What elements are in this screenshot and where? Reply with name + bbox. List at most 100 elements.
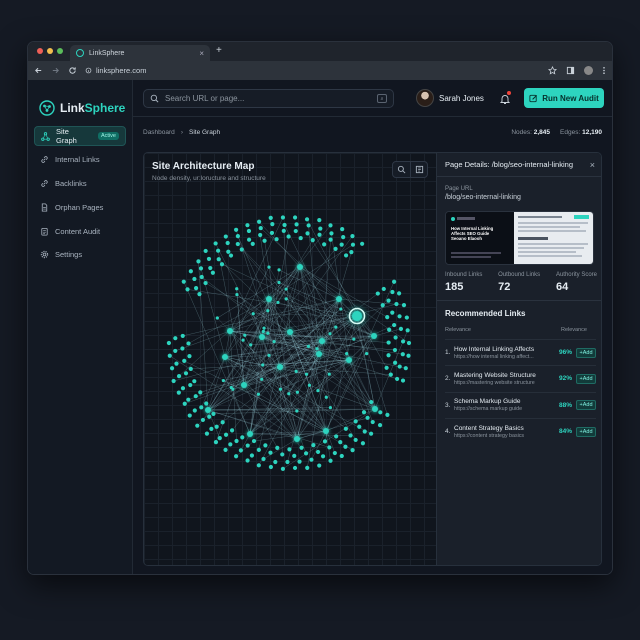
graph-node[interactable]: [245, 443, 250, 448]
list-item[interactable]: 4. Content Strategy Basics https://conte…: [445, 417, 596, 444]
graph-node[interactable]: [249, 453, 255, 458]
add-link-button[interactable]: +Add: [576, 347, 596, 358]
graph-node[interactable]: [186, 341, 191, 346]
graph-node[interactable]: [400, 378, 406, 383]
graph-node[interactable]: [323, 428, 329, 434]
graph-node[interactable]: [231, 387, 235, 391]
sidebar-item-site-graph[interactable]: Site Graph Active: [34, 126, 126, 146]
graph-node[interactable]: [293, 228, 298, 234]
graph-node[interactable]: [287, 392, 291, 396]
graph-node[interactable]: [316, 351, 322, 357]
zoom-tool-button[interactable]: [393, 162, 410, 177]
user-profile[interactable]: Sarah Jones: [416, 89, 484, 107]
url-field[interactable]: linksphere.com: [85, 66, 146, 75]
graph-node[interactable]: [334, 325, 338, 329]
graph-node[interactable]: [251, 312, 255, 316]
graph-node[interactable]: [375, 291, 380, 296]
run-new-audit-button[interactable]: Run New Audit: [524, 88, 604, 108]
column-header[interactable]: Relevance: [561, 327, 587, 333]
export-tool-button[interactable]: [410, 162, 427, 177]
graph-node[interactable]: [318, 226, 323, 231]
graph-node[interactable]: [298, 235, 303, 241]
graph-node[interactable]: [245, 223, 250, 228]
back-arrow-icon[interactable]: [34, 66, 43, 75]
kebab-menu-icon[interactable]: [602, 66, 606, 75]
graph-node[interactable]: [208, 265, 213, 271]
graph-node[interactable]: [235, 287, 239, 291]
graph-node[interactable]: [198, 390, 203, 395]
graph-node[interactable]: [404, 315, 409, 320]
graph-node[interactable]: [269, 230, 275, 236]
graph-node[interactable]: [295, 390, 299, 394]
graph-node[interactable]: [270, 222, 275, 227]
graph-node[interactable]: [186, 397, 191, 402]
graph-node[interactable]: [169, 366, 175, 371]
graph-node[interactable]: [324, 395, 328, 399]
breadcrumb-root[interactable]: Dashboard: [143, 129, 175, 136]
graph-node[interactable]: [210, 270, 215, 275]
graph-node[interactable]: [329, 231, 334, 236]
list-item[interactable]: 2. Mastering Website Structure https://m…: [445, 365, 596, 391]
graph-node[interactable]: [262, 238, 267, 243]
graph-node[interactable]: [386, 353, 391, 358]
graph-node[interactable]: [365, 351, 369, 356]
graph-node[interactable]: [215, 316, 219, 320]
graph-node[interactable]: [292, 465, 298, 471]
graph-node[interactable]: [166, 340, 171, 346]
graph-node[interactable]: [328, 458, 333, 463]
graph-node[interactable]: [328, 406, 333, 410]
graph-node[interactable]: [378, 410, 383, 415]
graph-node[interactable]: [317, 463, 322, 468]
graph-node[interactable]: [268, 450, 273, 455]
graph-node[interactable]: [217, 435, 222, 441]
graph-node[interactable]: [398, 326, 404, 331]
graph-node[interactable]: [395, 376, 400, 382]
graph-node[interactable]: [390, 289, 395, 295]
graph-node[interactable]: [229, 428, 235, 433]
graph-node[interactable]: [266, 296, 272, 302]
graph-node[interactable]: [322, 242, 327, 247]
graph-node[interactable]: [339, 242, 344, 247]
column-header[interactable]: Relevance: [445, 327, 471, 333]
graph-node[interactable]: [240, 435, 245, 440]
graph-node[interactable]: [246, 228, 252, 234]
graph-node[interactable]: [322, 439, 328, 444]
graph-node[interactable]: [204, 401, 209, 406]
graph-node[interactable]: [305, 465, 310, 470]
graph-node[interactable]: [173, 336, 178, 341]
graph-node[interactable]: [273, 459, 278, 465]
site-graph-canvas[interactable]: [144, 153, 436, 566]
graph-area[interactable]: Site Architecture Map Node density, ur:l…: [144, 153, 436, 566]
graph-node[interactable]: [266, 331, 270, 335]
sidebar-item-internal-links[interactable]: Internal Links: [34, 150, 126, 170]
graph-node[interactable]: [203, 280, 208, 286]
sidebar-item-settings[interactable]: Settings: [34, 245, 126, 265]
graph-node[interactable]: [306, 344, 310, 348]
graph-node[interactable]: [317, 218, 322, 223]
graph-node[interactable]: [353, 437, 358, 443]
graph-node[interactable]: [297, 264, 303, 270]
minimize-window-button[interactable]: [47, 48, 53, 54]
graph-node[interactable]: [327, 372, 331, 376]
graph-node[interactable]: [370, 419, 375, 425]
graph-node[interactable]: [306, 223, 311, 228]
graph-node[interactable]: [200, 417, 206, 423]
graph-node[interactable]: [305, 231, 310, 236]
graph-node[interactable]: [227, 328, 233, 334]
graph-node[interactable]: [280, 452, 285, 457]
graph-node[interactable]: [180, 346, 185, 351]
graph-node[interactable]: [193, 286, 199, 291]
graph-node[interactable]: [256, 392, 261, 396]
graph-node[interactable]: [181, 279, 186, 284]
graph-node[interactable]: [219, 262, 225, 267]
graph-node[interactable]: [260, 377, 264, 381]
graph-node[interactable]: [256, 463, 261, 468]
graph-node[interactable]: [250, 241, 255, 246]
graph-node[interactable]: [386, 340, 391, 345]
graph-node[interactable]: [345, 352, 349, 356]
search-input[interactable]: [165, 94, 355, 103]
graph-node[interactable]: [216, 248, 221, 253]
graph-node[interactable]: [406, 340, 412, 346]
graph-node[interactable]: [261, 329, 265, 334]
add-link-button[interactable]: +Add: [576, 373, 596, 384]
